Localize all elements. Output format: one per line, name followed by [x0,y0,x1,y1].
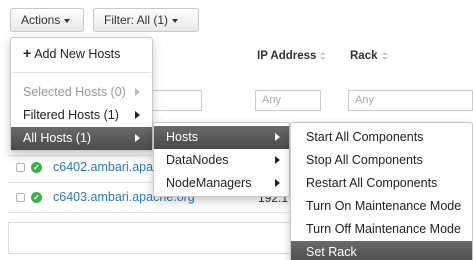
ip-address-header-label: IP Address [257,50,317,62]
caret-right-icon [135,111,140,119]
turn-on-maintenance-mode-label: Turn On Maintenance Mode [306,199,462,213]
all-hosts-label: All Hosts (1) [23,131,92,145]
nodemanagers-label: NodeManagers [166,176,252,190]
nodemanagers-item[interactable]: NodeManagers [154,172,289,195]
hosts-label: Hosts [166,130,198,144]
caret-right-icon [135,134,140,142]
set-rack-item[interactable]: Set Rack [291,241,472,260]
filter-button[interactable]: Filter: All (1) [93,8,199,32]
ip-filter-input[interactable]: Any [255,90,321,111]
turn-on-maintenance-mode-item[interactable]: Turn On Maintenance Mode [291,195,472,218]
start-all-components-item[interactable]: Start All Components [291,126,472,149]
check-circle-icon: ✓ [31,192,42,203]
stop-all-components-item[interactable]: Stop All Components [291,149,472,172]
row-checkbox[interactable] [16,193,25,202]
plus-icon: + [23,45,32,61]
stop-all-components-label: Stop All Components [306,153,423,167]
all-hosts-submenu: Hosts DataNodes NodeManagers [153,122,290,197]
actions-button-label: Actions [21,13,61,27]
host-link[interactable]: c6402.ambari.apa [53,160,153,174]
menu-separator [12,72,151,73]
caret-right-icon [275,156,280,164]
rack-filter-input[interactable]: Any [348,90,473,111]
add-new-hosts-label: Add New Hosts [34,47,121,61]
datanodes-item[interactable]: DataNodes [154,149,289,172]
filter-button-label: Filter: All (1) [104,13,169,27]
start-all-components-label: Start All Components [306,130,424,144]
sort-icon [381,51,388,60]
check-circle-icon: ✓ [31,162,42,173]
set-rack-label: Set Rack [306,245,357,259]
sort-icon [320,51,327,60]
turn-off-maintenance-mode-label: Turn Off Maintenance Mode [306,222,461,236]
row-checkbox[interactable] [16,163,25,172]
actions-button[interactable]: Actions [10,8,84,32]
caret-down-icon [64,18,71,23]
restart-all-components-item[interactable]: Restart All Components [291,172,472,195]
filtered-hosts-item[interactable]: Filtered Hosts (1) [11,104,152,127]
selected-hosts-item: Selected Hosts (0) [11,81,152,104]
ip-address-header[interactable]: IP Address [257,50,327,62]
caret-right-icon [275,179,280,187]
all-hosts-item[interactable]: All Hosts (1) [11,127,152,150]
rack-filter-placeholder: Any [355,94,374,106]
filtered-hosts-label: Filtered Hosts (1) [23,108,119,122]
hosts-item[interactable]: Hosts [154,126,289,149]
caret-right-icon [275,133,280,141]
rack-header[interactable]: Rack [350,50,388,62]
caret-down-icon [172,18,179,23]
datanodes-label: DataNodes [166,153,229,167]
selected-hosts-label: Selected Hosts (0) [23,85,126,99]
caret-right-icon [135,88,140,96]
actions-menu: + Add New Hosts Selected Hosts (0) Filter… [10,37,153,151]
turn-off-maintenance-mode-item[interactable]: Turn Off Maintenance Mode [291,218,472,241]
ip-filter-placeholder: Any [262,94,281,106]
restart-all-components-label: Restart All Components [306,176,438,190]
rack-header-label: Rack [350,50,378,62]
hosts-submenu: Start All Components Stop All Components… [290,122,473,260]
add-new-hosts-item[interactable]: + Add New Hosts [11,42,152,65]
